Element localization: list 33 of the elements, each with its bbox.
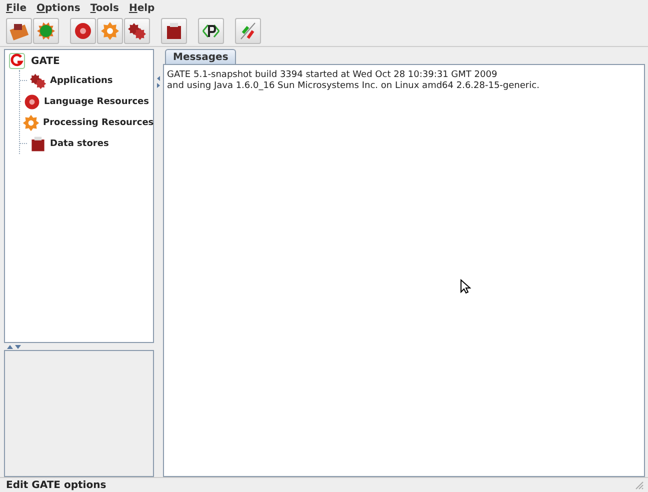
mouse-pointer-icon [460, 279, 471, 294]
menu-item[interactable]: Help [128, 2, 155, 14]
split-arrows-icon[interactable] [156, 75, 161, 89]
toolbar-button[interactable] [198, 18, 224, 44]
split-arrows-icon[interactable] [6, 344, 22, 350]
resize-grip-icon[interactable] [634, 480, 644, 490]
message-line: GATE 5.1-snapshot build 3394 started at Wed Oct 28 10:39:31 GMT 2009 [167, 70, 498, 81]
tree-item[interactable]: Applications [50, 76, 113, 86]
box-icon [29, 134, 47, 152]
wheel-icon [73, 21, 93, 41]
wheel-icon [22, 92, 41, 110]
tree-item[interactable]: Processing Resources [43, 118, 154, 128]
gears-icon [29, 72, 47, 90]
edit-icon [238, 21, 258, 41]
gear-icon [100, 21, 120, 41]
toolbar-button[interactable] [124, 18, 150, 44]
gear-icon [22, 114, 40, 132]
messages-tab[interactable]: Messages [165, 49, 236, 64]
tree-item[interactable]: Data stores [50, 138, 109, 148]
toolbar-button[interactable] [6, 18, 32, 44]
tree-item[interactable]: Language Resources [44, 96, 149, 106]
menu-item[interactable]: Options [36, 2, 80, 14]
box-icon [164, 21, 184, 41]
gate-logo-icon [9, 53, 25, 69]
toolbar-button[interactable] [161, 18, 187, 44]
gears-icon [127, 21, 147, 41]
status-text: Edit GATE options [6, 480, 106, 490]
tree-item[interactable]: GATE [31, 56, 60, 66]
message-line: and using Java 1.6.0_16 Sun Microsystems Inc. on Linux amd64 2.6.28-15-generic. [167, 81, 540, 92]
folder-icon [9, 21, 29, 41]
gear-icon [36, 21, 56, 41]
menu-item[interactable]: File [6, 2, 26, 14]
menu-item[interactable]: Tools [90, 2, 119, 14]
